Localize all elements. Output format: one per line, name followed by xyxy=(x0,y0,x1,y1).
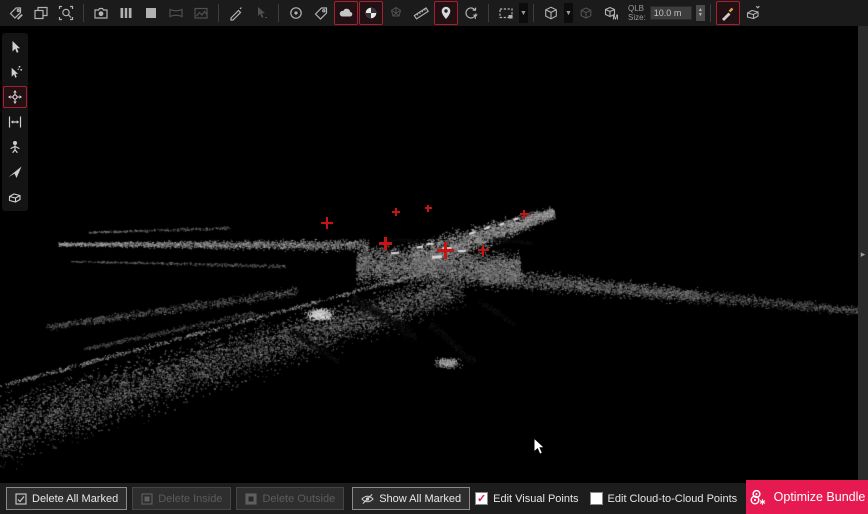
right-panel-expander[interactable]: ▸ xyxy=(858,26,868,482)
separator xyxy=(488,4,489,22)
brush-icon[interactable] xyxy=(716,1,740,25)
control-point-marker[interactable] xyxy=(379,237,392,250)
application-window: ▼ ▼ M QLB Size: 10.0 m ▲▼ ▸ xyxy=(0,0,868,514)
network-star-icon[interactable] xyxy=(384,1,408,25)
separator xyxy=(278,4,279,22)
zoom-region-icon[interactable] xyxy=(54,1,78,25)
measure-pen-icon[interactable] xyxy=(224,1,248,25)
show-all-marked-button[interactable]: Show All Marked xyxy=(352,487,470,510)
annotate-tag-icon[interactable] xyxy=(4,1,28,25)
separator xyxy=(533,4,534,22)
bounding-box-dropdown[interactable]: ▼ xyxy=(564,3,573,23)
point-cloud-icon[interactable] xyxy=(334,1,358,25)
delete-all-marked-button[interactable]: Delete All Marked xyxy=(6,487,127,510)
qlb-size-input[interactable]: 10.0 m xyxy=(650,6,692,20)
select-points-tool[interactable] xyxy=(3,61,27,83)
separator xyxy=(83,4,84,22)
orbit-filter-icon[interactable] xyxy=(459,1,483,25)
eraser-box-icon[interactable] xyxy=(741,1,765,25)
delete-outside-button[interactable]: Delete Outside xyxy=(236,487,344,510)
box-faded-icon[interactable] xyxy=(574,1,598,25)
separator xyxy=(710,4,711,22)
tag-icon[interactable] xyxy=(309,1,333,25)
camera-icon[interactable] xyxy=(89,1,113,25)
optimize-bundle-button[interactable]: Optimize Bundle xyxy=(746,480,868,514)
point-cloud-canvas[interactable] xyxy=(0,26,858,482)
qlb-size-spinner[interactable]: ▲▼ xyxy=(696,5,705,21)
select-tool[interactable] xyxy=(3,36,27,58)
bundle-optimize-icon xyxy=(749,488,768,507)
panorama-icon[interactable] xyxy=(164,1,188,25)
control-point-marker[interactable] xyxy=(520,210,529,219)
image-icon[interactable] xyxy=(189,1,213,25)
control-point-marker[interactable] xyxy=(425,205,432,212)
rect-select-icon[interactable] xyxy=(494,1,518,25)
control-point-marker[interactable] xyxy=(478,245,489,256)
delete-inside-button[interactable]: Delete Inside xyxy=(132,487,231,510)
sphere-icon[interactable] xyxy=(359,1,383,25)
filled-square-icon[interactable] xyxy=(139,1,163,25)
top-toolbar: ▼ ▼ M QLB Size: 10.0 m ▲▼ xyxy=(0,0,868,26)
ruler-icon[interactable] xyxy=(409,1,433,25)
orbit-move-tool[interactable] xyxy=(3,86,27,108)
checkbox-box[interactable]: ✓ xyxy=(475,492,488,505)
delete-outside-icon xyxy=(245,493,257,505)
bottom-action-bar: Delete All Marked Delete Inside Delete O… xyxy=(0,482,868,514)
checkbox-box[interactable] xyxy=(590,492,603,505)
control-point-marker[interactable] xyxy=(321,217,333,229)
chevron-right-icon: ▸ xyxy=(861,249,866,260)
measure-span-tool[interactable] xyxy=(3,111,27,133)
bounding-box-icon[interactable] xyxy=(539,1,563,25)
cursor-probe-icon[interactable] xyxy=(249,1,273,25)
qlb-size-control: QLB Size: 10.0 m ▲▼ xyxy=(628,4,705,22)
fly-tool[interactable] xyxy=(3,161,27,183)
rect-select-dropdown[interactable]: ▼ xyxy=(519,3,528,23)
disc-icon[interactable] xyxy=(284,1,308,25)
clip-box-tool[interactable] xyxy=(3,186,27,208)
person-view-tool[interactable] xyxy=(3,136,27,158)
split-view-icon[interactable] xyxy=(114,1,138,25)
viewport-3d[interactable]: ▸ xyxy=(0,26,868,482)
overlapping-windows-icon[interactable] xyxy=(29,1,53,25)
control-point-marker[interactable] xyxy=(437,242,454,259)
svg-text:M: M xyxy=(613,15,619,22)
edit-visual-points-checkbox[interactable]: ✓ Edit Visual Points xyxy=(475,492,578,505)
eye-slash-icon xyxy=(361,493,374,505)
qlb-size-label: QLB Size: xyxy=(628,4,646,22)
control-point-marker[interactable] xyxy=(392,208,400,216)
location-pin-icon[interactable] xyxy=(434,1,458,25)
edit-cloud-to-cloud-checkbox[interactable]: Edit Cloud-to-Cloud Points xyxy=(590,492,738,505)
separator xyxy=(218,4,219,22)
left-tool-palette xyxy=(2,33,28,211)
marked-region-icon xyxy=(15,493,27,505)
delete-inside-icon xyxy=(141,493,153,505)
box-m-icon[interactable]: M xyxy=(599,1,623,25)
